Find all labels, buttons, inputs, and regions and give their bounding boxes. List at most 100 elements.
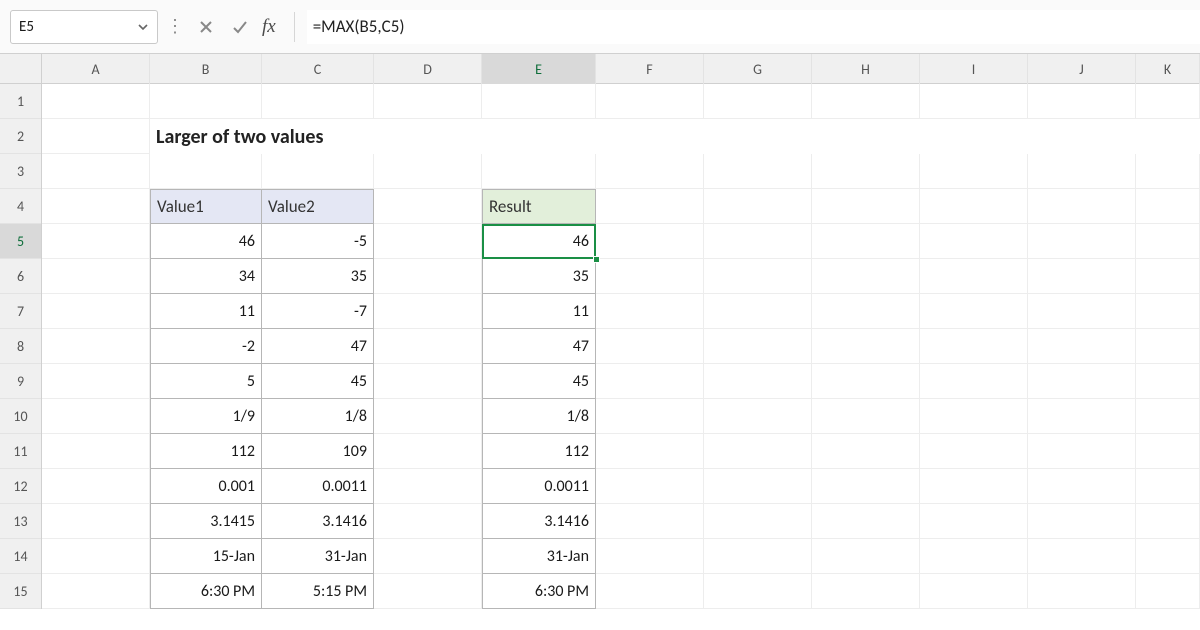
cell-F3[interactable] bbox=[596, 154, 704, 189]
cell-D8[interactable] bbox=[374, 329, 482, 364]
cell-I1[interactable] bbox=[920, 84, 1028, 119]
cells-area[interactable]: Larger of two values Value1 Value2 Resul… bbox=[42, 84, 1200, 630]
col-header-A[interactable]: A bbox=[42, 54, 150, 84]
cell-B15[interactable]: 6:30 PM bbox=[150, 574, 262, 609]
col-header-B[interactable]: B bbox=[150, 54, 262, 84]
cell-I6[interactable] bbox=[920, 259, 1028, 294]
cell-A9[interactable] bbox=[42, 364, 150, 399]
cell-J9[interactable] bbox=[1028, 364, 1136, 399]
col-header-G[interactable]: G bbox=[704, 54, 812, 84]
cell-A5[interactable] bbox=[42, 224, 150, 259]
cell-D11[interactable] bbox=[374, 434, 482, 469]
col-header-F[interactable]: F bbox=[596, 54, 704, 84]
cell-H8[interactable] bbox=[812, 329, 920, 364]
cell-B14[interactable]: 15-Jan bbox=[150, 539, 262, 574]
cell-A15[interactable] bbox=[42, 574, 150, 609]
cell-F14[interactable] bbox=[596, 539, 704, 574]
cell-C12[interactable]: 0.0011 bbox=[262, 469, 374, 504]
row-header-5[interactable]: 5 bbox=[0, 224, 41, 259]
cell-E11[interactable]: 112 bbox=[482, 434, 596, 469]
cell-C3[interactable] bbox=[262, 154, 374, 189]
cell-E12[interactable]: 0.0011 bbox=[482, 469, 596, 504]
row-header-12[interactable]: 12 bbox=[0, 469, 41, 504]
cell-C8[interactable]: 47 bbox=[262, 329, 374, 364]
cell-B3[interactable] bbox=[150, 154, 262, 189]
cell-G1[interactable] bbox=[704, 84, 812, 119]
cell-D12[interactable] bbox=[374, 469, 482, 504]
cell-K14[interactable] bbox=[1136, 539, 1200, 574]
cell-D14[interactable] bbox=[374, 539, 482, 574]
cell-J5[interactable] bbox=[1028, 224, 1136, 259]
cell-K9[interactable] bbox=[1136, 364, 1200, 399]
cell-K1[interactable] bbox=[1136, 84, 1200, 119]
cell-J12[interactable] bbox=[1028, 469, 1136, 504]
cell-G4[interactable] bbox=[704, 189, 812, 224]
cell-J6[interactable] bbox=[1028, 259, 1136, 294]
row-header-8[interactable]: 8 bbox=[0, 329, 41, 364]
row-header-3[interactable]: 3 bbox=[0, 154, 41, 189]
cell-J13[interactable] bbox=[1028, 504, 1136, 539]
cell-B8[interactable]: -2 bbox=[150, 329, 262, 364]
cell-D13[interactable] bbox=[374, 504, 482, 539]
cell-I8[interactable] bbox=[920, 329, 1028, 364]
cell-A7[interactable] bbox=[42, 294, 150, 329]
cell-B6[interactable]: 34 bbox=[150, 259, 262, 294]
row-header-9[interactable]: 9 bbox=[0, 364, 41, 399]
cell-F13[interactable] bbox=[596, 504, 704, 539]
cell-D3[interactable] bbox=[374, 154, 482, 189]
cell-F9[interactable] bbox=[596, 364, 704, 399]
cell-D7[interactable] bbox=[374, 294, 482, 329]
row-header-14[interactable]: 14 bbox=[0, 539, 41, 574]
cell-H9[interactable] bbox=[812, 364, 920, 399]
cell-F1[interactable] bbox=[596, 84, 704, 119]
cell-F11[interactable] bbox=[596, 434, 704, 469]
col-header-C[interactable]: C bbox=[262, 54, 374, 84]
cell-H15[interactable] bbox=[812, 574, 920, 609]
cell-E9[interactable]: 45 bbox=[482, 364, 596, 399]
cell-C14[interactable]: 31-Jan bbox=[262, 539, 374, 574]
cell-D6[interactable] bbox=[374, 259, 482, 294]
col-header-H[interactable]: H bbox=[812, 54, 920, 84]
cell-G5[interactable] bbox=[704, 224, 812, 259]
row-header-6[interactable]: 6 bbox=[0, 259, 41, 294]
cell-B9[interactable]: 5 bbox=[150, 364, 262, 399]
select-all-corner[interactable] bbox=[0, 54, 42, 84]
cell-D5[interactable] bbox=[374, 224, 482, 259]
cell-A4[interactable] bbox=[42, 189, 150, 224]
cell-J11[interactable] bbox=[1028, 434, 1136, 469]
spreadsheet-grid[interactable]: A B C D E F G H I J K 1 2 3 4 5 6 7 8 9 … bbox=[0, 54, 1200, 630]
row-header-13[interactable]: 13 bbox=[0, 504, 41, 539]
cell-E13[interactable]: 3.1416 bbox=[482, 504, 596, 539]
cell-K7[interactable] bbox=[1136, 294, 1200, 329]
cell-B7[interactable]: 11 bbox=[150, 294, 262, 329]
cell-J3[interactable] bbox=[1028, 154, 1136, 189]
cell-H6[interactable] bbox=[812, 259, 920, 294]
cell-D15[interactable] bbox=[374, 574, 482, 609]
row-header-2[interactable]: 2 bbox=[0, 119, 41, 154]
cell-H1[interactable] bbox=[812, 84, 920, 119]
cell-J4[interactable] bbox=[1028, 189, 1136, 224]
cell-I5[interactable] bbox=[920, 224, 1028, 259]
cell-E14[interactable]: 31-Jan bbox=[482, 539, 596, 574]
cell-I12[interactable] bbox=[920, 469, 1028, 504]
cell-D1[interactable] bbox=[374, 84, 482, 119]
row-header-10[interactable]: 10 bbox=[0, 399, 41, 434]
row-header-15[interactable]: 15 bbox=[0, 574, 41, 609]
cell-J14[interactable] bbox=[1028, 539, 1136, 574]
cell-I10[interactable] bbox=[920, 399, 1028, 434]
cell-C7[interactable]: -7 bbox=[262, 294, 374, 329]
col-header-E[interactable]: E bbox=[482, 54, 596, 84]
cell-K15[interactable] bbox=[1136, 574, 1200, 609]
cell-K5[interactable] bbox=[1136, 224, 1200, 259]
cell-B5[interactable]: 46 bbox=[150, 224, 262, 259]
cell-B1[interactable] bbox=[150, 84, 262, 119]
header-value1[interactable]: Value1 bbox=[150, 189, 262, 224]
cell-K4[interactable] bbox=[1136, 189, 1200, 224]
cell-A14[interactable] bbox=[42, 539, 150, 574]
cell-K8[interactable] bbox=[1136, 329, 1200, 364]
cell-H11[interactable] bbox=[812, 434, 920, 469]
cell-K6[interactable] bbox=[1136, 259, 1200, 294]
cell-K10[interactable] bbox=[1136, 399, 1200, 434]
chevron-down-icon[interactable] bbox=[137, 21, 149, 33]
row-header-4[interactable]: 4 bbox=[0, 189, 41, 224]
